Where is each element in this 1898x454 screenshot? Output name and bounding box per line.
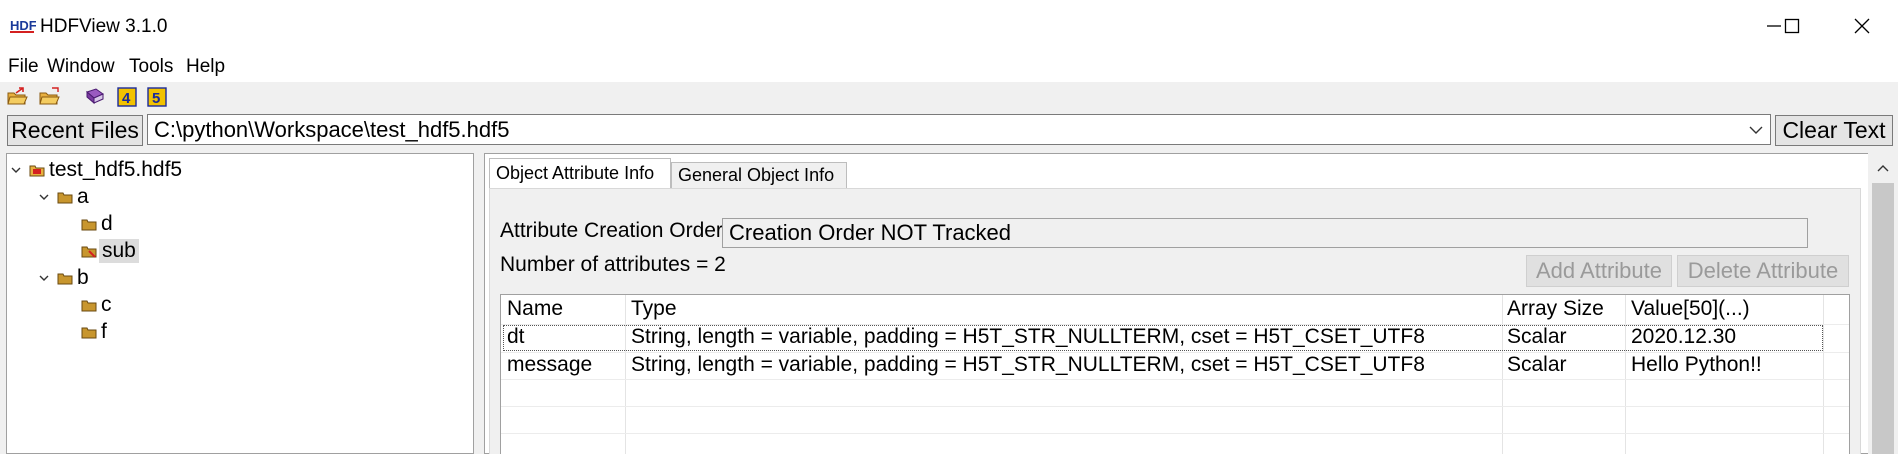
chevron-down-icon[interactable] <box>37 190 51 204</box>
tree-node-label: test_hdf5.hdf5 <box>49 158 183 181</box>
tree-node-sub[interactable]: sub <box>81 238 139 264</box>
clear-text-button[interactable]: Clear Text <box>1775 115 1893 146</box>
column-header-name[interactable]: Name <box>507 297 563 321</box>
maximize-button[interactable] <box>1764 0 1820 52</box>
hdfview-window: HDF HDFView 3.1.0 File Window Tools Help <box>0 0 1898 454</box>
table-cell[interactable]: Hello Python!! <box>1631 353 1762 377</box>
chevron-down-icon[interactable] <box>1748 123 1764 137</box>
tree-node-label: sub <box>99 239 139 263</box>
tree-node-d[interactable]: d <box>81 211 113 237</box>
user-guide-book-icon[interactable] <box>84 86 106 108</box>
close-icon <box>1854 18 1870 34</box>
scrollbar-thumb[interactable] <box>1872 183 1894 454</box>
folder-icon <box>81 219 97 231</box>
hdf-file-icon <box>29 165 45 177</box>
tab-object-attribute-info[interactable]: Object Attribute Info <box>489 158 671 188</box>
chevron-down-icon[interactable] <box>9 163 23 177</box>
row-divider <box>501 379 1849 380</box>
column-divider <box>1823 295 1824 454</box>
folder-icon <box>81 327 97 339</box>
tree-node-f[interactable]: f <box>81 319 107 345</box>
hdf5-library-icon[interactable]: 5 <box>146 86 168 108</box>
maximize-icon <box>1784 18 1800 34</box>
file-tree-panel: test_hdf5.hdf5 a d sub b c f <box>6 153 474 454</box>
tree-node-label: f <box>101 320 107 343</box>
open-folder-icon[interactable] <box>6 86 28 108</box>
menu-file[interactable]: File <box>8 56 39 78</box>
attribute-count-label: Number of attributes = 2 <box>500 253 726 276</box>
tree-node-label: d <box>101 212 113 235</box>
hdf4-badge-text: 4 <box>122 90 131 107</box>
table-cell[interactable]: String, length = variable, padding = H5T… <box>631 325 1425 349</box>
column-header-value[interactable]: Value[50](...) <box>1631 297 1750 321</box>
menu-bar: File Window Tools Help <box>0 52 1898 82</box>
tree-node-label: b <box>77 266 89 289</box>
open-read-only-folder-icon[interactable] <box>38 86 60 108</box>
hdf-logo-icon: HDF <box>10 18 36 33</box>
close-button[interactable] <box>1834 0 1890 52</box>
row-divider <box>501 406 1849 407</box>
folder-icon <box>81 246 97 258</box>
vertical-scrollbar[interactable] <box>1868 153 1898 454</box>
creation-order-field: Creation Order NOT Tracked <box>722 218 1808 248</box>
folder-icon <box>57 192 73 204</box>
chevron-down-icon[interactable] <box>37 271 51 285</box>
table-cell[interactable]: dt <box>507 325 525 349</box>
delete-attribute-button[interactable]: Delete Attribute <box>1677 255 1849 287</box>
column-divider <box>1625 295 1626 454</box>
window-title: HDFView 3.1.0 <box>40 16 168 37</box>
menu-help[interactable]: Help <box>186 56 225 78</box>
tree-node-c[interactable]: c <box>81 292 112 318</box>
title-bar: HDF HDFView 3.1.0 <box>0 0 1898 52</box>
attribute-info-content: Attribute Creation Order: Creation Order… <box>489 188 1861 454</box>
attribute-table: Name Type Array Size Value[50](...) dt S… <box>500 294 1850 454</box>
column-header-type[interactable]: Type <box>631 297 677 321</box>
tree-node-label: c <box>101 293 112 316</box>
chevron-up-icon[interactable] <box>1876 163 1890 173</box>
add-attribute-button[interactable]: Add Attribute <box>1526 255 1672 287</box>
table-cell[interactable]: message <box>507 353 592 377</box>
column-header-array-size[interactable]: Array Size <box>1507 297 1604 321</box>
folder-icon <box>57 273 73 285</box>
tree-node-a[interactable]: a <box>37 184 89 210</box>
toolbar: 4 5 <box>0 82 1898 112</box>
tree-node-root[interactable]: test_hdf5.hdf5 <box>9 157 182 183</box>
column-divider <box>1502 295 1503 454</box>
tab-general-object-info[interactable]: General Object Info <box>671 162 847 188</box>
table-cell[interactable]: 2020.12.30 <box>1631 325 1736 349</box>
creation-order-label: Attribute Creation Order: <box>500 219 729 242</box>
menu-window[interactable]: Window <box>47 56 115 78</box>
file-path-combobox[interactable]: C:\python\Workspace\test_hdf5.hdf5 <box>147 114 1771 145</box>
tree-node-b[interactable]: b <box>37 265 89 291</box>
file-path-text: C:\python\Workspace\test_hdf5.hdf5 <box>154 117 510 142</box>
object-info-panel: Object Attribute Info General Object Inf… <box>484 153 1898 454</box>
tree-node-label: a <box>77 185 89 208</box>
column-divider <box>625 295 626 454</box>
hdf5-badge-text: 5 <box>152 90 160 107</box>
table-cell[interactable]: Scalar <box>1507 325 1567 349</box>
hdf4-library-icon[interactable]: 4 <box>116 86 138 108</box>
svg-text:HDF: HDF <box>10 18 36 33</box>
menu-tools[interactable]: Tools <box>129 56 173 78</box>
folder-icon <box>81 300 97 312</box>
recent-files-button[interactable]: Recent Files <box>7 115 143 146</box>
table-cell[interactable]: String, length = variable, padding = H5T… <box>631 353 1425 377</box>
row-divider <box>501 433 1849 434</box>
table-cell[interactable]: Scalar <box>1507 353 1567 377</box>
